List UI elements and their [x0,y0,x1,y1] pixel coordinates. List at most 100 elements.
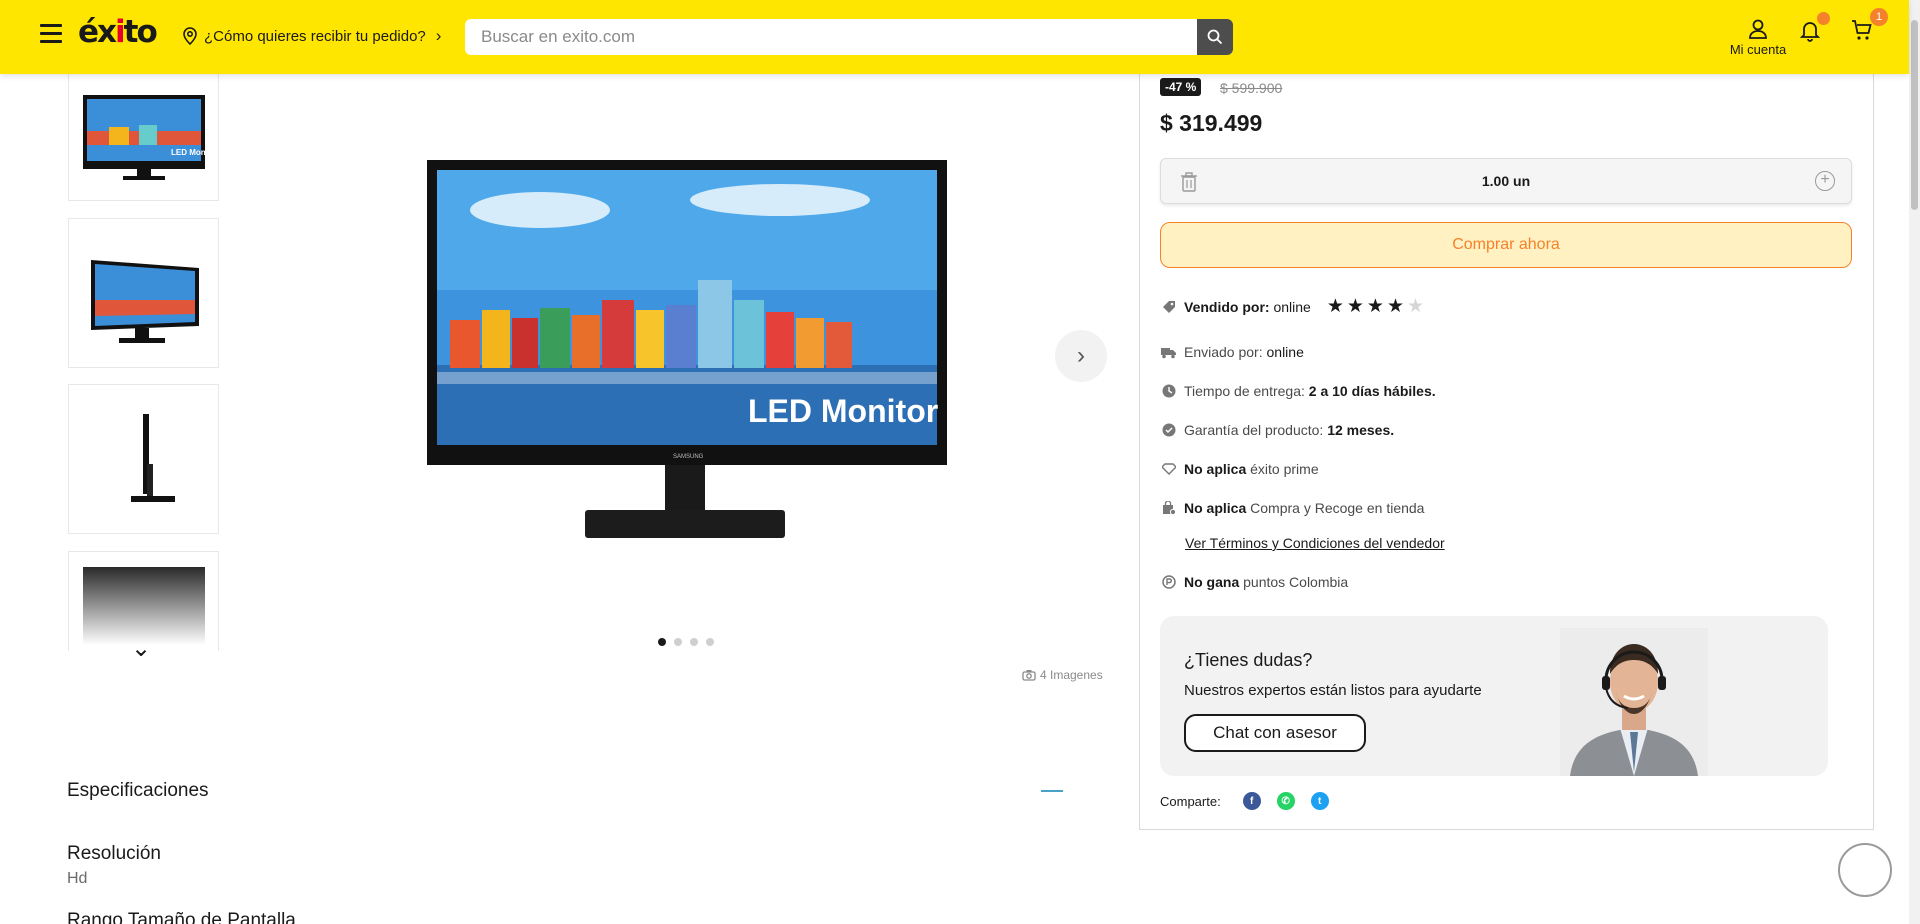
monitor-hero-image: LED Monitor SAMSUNG [427,160,947,538]
old-price: $ 599.900 [1220,80,1283,96]
camera-icon [1022,670,1036,681]
cart-button[interactable]: 1 [1850,8,1888,44]
shipped-by-row: Enviado por: online [1161,344,1304,360]
image-dot-2[interactable] [674,638,682,646]
delivery-time-row: Tiempo de entrega: 2 a 10 días hábiles. [1161,383,1436,399]
warranty-label: Garantía del producto: [1184,422,1324,438]
advisor-photo [1560,628,1708,776]
help-title: ¿Tienes dudas? [1184,650,1313,670]
exito-logo[interactable]: éxito [78,14,158,50]
prime-text: éxito prime [1250,461,1319,477]
specs-collapse-toggle[interactable] [1041,790,1063,792]
shipped-by-value: online [1266,344,1304,360]
chevron-right-icon: › [435,26,442,45]
top-header: éxito ¿Cómo quieres recibir tu pedido? ›… [0,0,1909,74]
pickup-row: No aplica Compra y Recoge en tienda [1161,500,1424,516]
user-icon [1749,19,1767,39]
store-bag-icon [1161,501,1176,516]
help-card: ¿Tienes dudas? Nuestros expertos están l… [1160,616,1828,776]
search-input[interactable] [465,19,1195,55]
facebook-icon[interactable]: f [1242,792,1261,810]
specs-title[interactable]: Especificaciones [67,780,209,802]
tag-icon [1161,299,1176,314]
star-icon: ★ [1386,296,1405,317]
thumbnail-side[interactable] [68,384,219,534]
location-pin-icon [183,27,197,45]
points-text: puntos Colombia [1243,574,1349,590]
search-bar [465,19,1233,55]
whatsapp-icon[interactable]: ✆ [1276,792,1295,810]
buy-now-button[interactable]: Comprar ahora [1160,222,1852,268]
chevron-right-icon: › [1077,342,1085,369]
svg-text:LED Monitor: LED Monitor [171,148,209,157]
twitter-icon[interactable]: t [1310,792,1329,810]
delivery-value: 2 a 10 días hábiles. [1308,383,1436,399]
shipped-by-label: Enviado por: [1184,344,1263,360]
sold-by-value: online [1273,298,1311,315]
notifications-button[interactable] [1798,12,1830,44]
monitor-angle-image [90,260,199,343]
quantity-stepper: 1.00 un + [1160,158,1852,204]
image-dot-1[interactable] [658,638,666,646]
scrollbar-thumb[interactable] [1911,20,1918,210]
search-button[interactable] [1197,19,1233,55]
points-status: No gana [1184,574,1240,590]
monitor-front-image: LED Monitor [82,95,209,180]
current-price: $ 319.499 [1160,110,1263,136]
quantity-value: 1.00 un [1481,173,1531,189]
star-icon: ★ [1407,296,1425,317]
seller-rating: ★ ★ ★ ★ ★ [1327,297,1424,316]
support-chat-icon[interactable] [1838,843,1892,897]
monitor-back-image [82,566,205,645]
image-dot-4[interactable] [706,638,714,646]
next-image-button[interactable]: › [1055,330,1107,382]
thumbnail-angle[interactable] [68,218,219,368]
image-count: 4 Imagenes [1022,668,1103,682]
points-colombia-icon [1161,575,1176,590]
menu-icon[interactable] [40,24,62,46]
sold-by-label: Vendido por: [1184,298,1270,315]
location-label: ¿Cómo quieres recibir tu pedido? [204,27,426,45]
warranty-value: 12 meses. [1327,422,1395,438]
truck-icon [1161,345,1176,360]
page-scrollbar[interactable] [1909,0,1920,924]
hero-brand-text: SAMSUNG [673,454,704,460]
share-label: Comparte: [1160,793,1221,809]
cart-count-badge: 1 [1870,8,1888,26]
spec-label-resolution: Resolución [67,843,161,864]
thumbnails-scroll-down-icon[interactable]: ⌄ [131,634,151,663]
image-dot-3[interactable] [690,638,698,646]
warranty-row: Garantía del producto: 12 meses. [1161,422,1394,438]
warranty-badge-icon [1161,423,1176,438]
discount-badge: -47 % [1160,78,1202,96]
notification-dot [1817,12,1830,25]
star-icon: ★ [1366,296,1384,317]
points-row: No gana puntos Colombia [1161,574,1348,590]
clock-icon [1161,384,1176,399]
pickup-status: No aplica [1184,500,1247,516]
chat-advisor-button[interactable]: Chat con asesor [1184,714,1366,752]
account-button[interactable]: Mi cuenta [1724,18,1792,57]
share-row: Comparte: f ✆ t [1160,792,1329,810]
help-subtitle: Nuestros expertos están listos para ayud… [1184,682,1482,699]
sold-by-row: Vendido por: online ★ ★ ★ ★ ★ [1161,297,1424,316]
star-icon: ★ [1326,296,1344,317]
prime-row: No aplica éxito prime [1161,461,1319,477]
product-page: éxito ¿Cómo quieres recibir tu pedido? ›… [0,0,1920,924]
monitor-side-image [130,414,175,502]
plus-icon[interactable]: + [1815,171,1835,191]
image-count-label: 4 Imagenes [1040,668,1103,682]
search-icon [1207,29,1223,45]
prime-status: No aplica [1184,461,1247,477]
account-label: Mi cuenta [1729,42,1787,57]
main-product-image: LED Monitor SAMSUNG [420,150,950,550]
seller-terms-link[interactable]: Ver Términos y Condiciones del vendedor [1185,535,1445,551]
diamond-icon [1161,462,1176,477]
delivery-location-selector[interactable]: ¿Cómo quieres recibir tu pedido? › [182,26,441,46]
pickup-text: Compra y Recoge en tienda [1250,500,1425,516]
delivery-label: Tiempo de entrega: [1184,383,1305,399]
spec-label-screen-size: Rango Tamaño de Pantalla [67,910,296,924]
star-icon: ★ [1346,296,1364,317]
spec-value-resolution: Hd [67,870,88,887]
image-pagination [658,638,714,646]
